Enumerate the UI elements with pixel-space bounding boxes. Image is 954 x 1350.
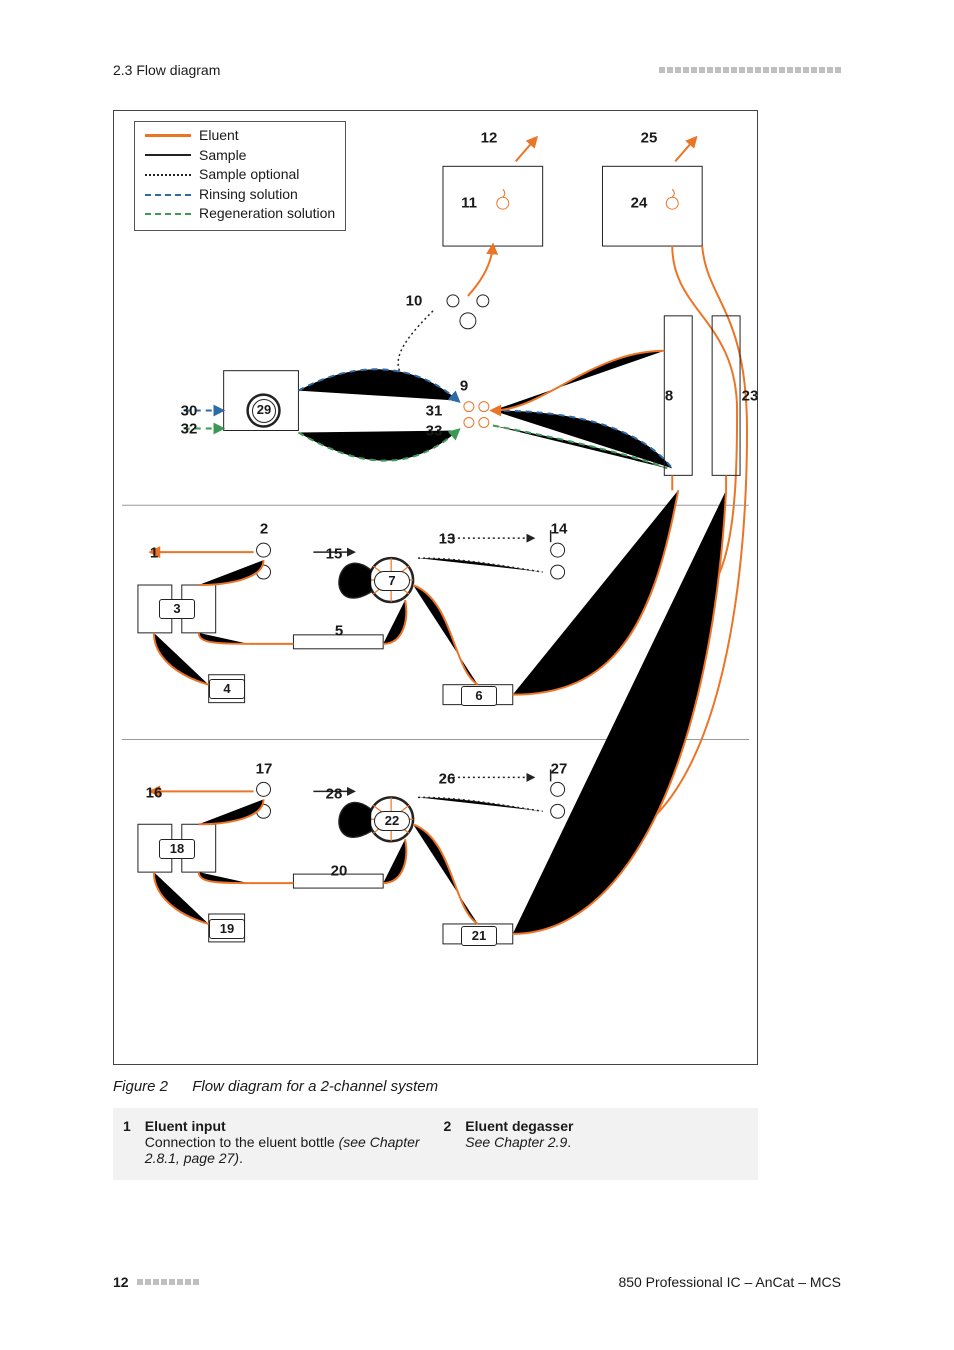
label-13: 13 bbox=[439, 531, 456, 548]
label-28: 28 bbox=[326, 786, 343, 803]
flow-diagram-figure: Eluent Sample Sample optional Rinsing so… bbox=[113, 110, 758, 1065]
label-11: 11 bbox=[461, 195, 477, 212]
label-5: 5 bbox=[335, 623, 343, 640]
badge-19: 19 bbox=[209, 919, 245, 939]
label-16: 16 bbox=[146, 785, 163, 802]
def-1: 1 Eluent input Connection to the eluent … bbox=[115, 1118, 436, 1166]
label-15: 15 bbox=[326, 546, 343, 563]
badge-6: 6 bbox=[461, 686, 497, 706]
footer-page: 12 bbox=[113, 1274, 199, 1290]
label-25: 25 bbox=[641, 130, 658, 147]
label-23: 23 bbox=[742, 388, 759, 405]
label-10: 10 bbox=[406, 293, 423, 310]
label-14: 14 bbox=[551, 521, 568, 538]
label-9: 9 bbox=[460, 378, 468, 395]
label-24: 24 bbox=[631, 195, 648, 212]
header-ornament bbox=[659, 67, 841, 73]
badge-22: 22 bbox=[374, 811, 410, 831]
badge-21: 21 bbox=[461, 926, 497, 946]
def-2-desc: See Chapter 2.9. bbox=[465, 1134, 571, 1150]
section-label: 2.3 Flow diagram bbox=[113, 62, 220, 78]
label-20: 20 bbox=[331, 863, 348, 880]
label-26: 26 bbox=[439, 771, 456, 788]
label-17: 17 bbox=[256, 761, 273, 778]
label-8: 8 bbox=[665, 388, 673, 405]
figure-caption: Figure 2 Flow diagram for a 2-channel sy… bbox=[113, 1078, 438, 1095]
def-1-desc: Connection to the eluent bottle (see Cha… bbox=[145, 1134, 420, 1166]
badge-18: 18 bbox=[159, 839, 195, 859]
label-12: 12 bbox=[481, 130, 498, 147]
def-1-title: Eluent input bbox=[145, 1118, 428, 1134]
figure-title: Flow diagram for a 2-channel system bbox=[192, 1078, 438, 1095]
label-30: 30 bbox=[181, 403, 198, 420]
definitions: 1 Eluent input Connection to the eluent … bbox=[113, 1108, 758, 1180]
label-31: 31 bbox=[426, 403, 443, 420]
label-32: 32 bbox=[181, 421, 198, 438]
badge-3: 3 bbox=[159, 599, 195, 619]
def-2-title: Eluent degasser bbox=[465, 1118, 573, 1134]
badge-4: 4 bbox=[209, 679, 245, 699]
badge-29: 29 bbox=[252, 399, 276, 423]
badge-7: 7 bbox=[374, 571, 410, 591]
def-1-num: 1 bbox=[123, 1118, 131, 1166]
page-footer: 12 850 Professional IC – AnCat – MCS bbox=[113, 1274, 841, 1290]
page-header: 2.3 Flow diagram bbox=[113, 62, 841, 78]
label-27: 27 bbox=[551, 761, 568, 778]
footer-doc: 850 Professional IC – AnCat – MCS bbox=[618, 1274, 841, 1290]
label-33: 33 bbox=[426, 423, 443, 440]
def-2-num: 2 bbox=[444, 1118, 452, 1166]
figure-number: Figure 2 bbox=[113, 1078, 168, 1095]
label-1: 1 bbox=[150, 545, 158, 562]
def-2: 2 Eluent degasser See Chapter 2.9. bbox=[436, 1118, 757, 1166]
label-2: 2 bbox=[260, 521, 268, 538]
